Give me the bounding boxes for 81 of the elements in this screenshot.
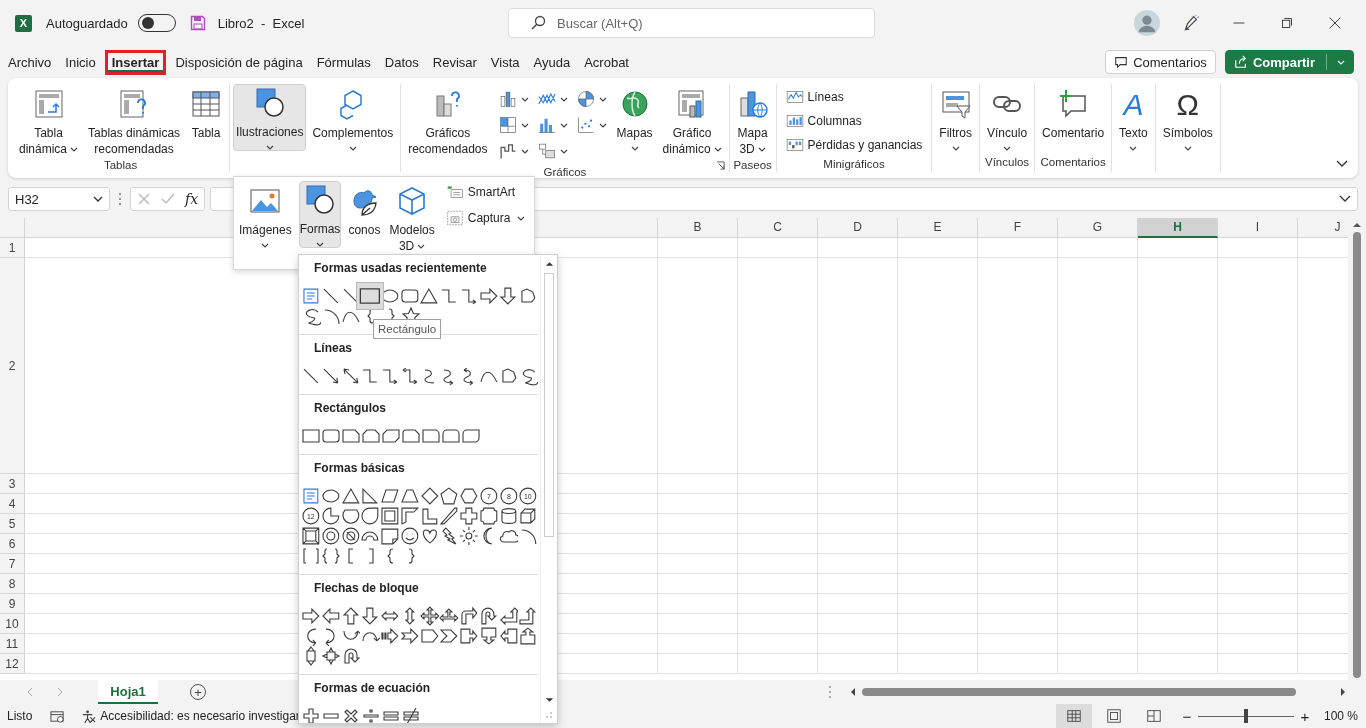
ribbon-button[interactable]: Mapas (612, 84, 657, 153)
omega-icon: Ω (1176, 88, 1199, 125)
section-heading: Flechas de bloque (313, 581, 420, 597)
insert-function-button[interactable]: fx (185, 191, 199, 207)
zoom-in-button[interactable]: + (1297, 707, 1312, 725)
ribbon-tab[interactable]: Datos (379, 49, 424, 75)
sparkline-button[interactable]: Líneas (785, 88, 923, 106)
column-header[interactable]: C (738, 218, 818, 238)
accessibility-status[interactable]: Accesibilidad: es necesario investigar (100, 709, 300, 723)
ribbon-tab[interactable]: Ayuda (528, 49, 576, 75)
menu-button[interactable]: Imágenes (237, 181, 294, 250)
zoom-out-button[interactable]: − (1179, 707, 1194, 725)
ribbon-button[interactable]: Ilustraciones (233, 84, 307, 151)
row-header[interactable]: 6 (0, 534, 25, 554)
zoom-level[interactable]: 100 % (1323, 709, 1358, 723)
menu-button[interactable]: SmartArt (445, 183, 526, 201)
ribbon-button[interactable]: Vínculo (983, 84, 1032, 153)
row-header[interactable]: 8 (0, 574, 25, 594)
section-heading: Formas usadas recientemente (313, 261, 488, 277)
group-label: Comentarios (1040, 156, 1106, 168)
comments-button[interactable]: Comentarios (1105, 50, 1216, 74)
menu-button[interactable]: Captura (445, 209, 526, 227)
name-box[interactable]: H32 (8, 187, 110, 211)
ribbon-button[interactable]: Complementos (308, 84, 398, 153)
column-header[interactable]: H (1138, 218, 1218, 238)
ribbon-button[interactable]: Tablas dinámicas recomendadas (84, 84, 185, 159)
ribbon-button[interactable]: Filtros (935, 84, 977, 153)
share-button[interactable]: Compartir (1224, 50, 1354, 74)
ribbon-button[interactable]: Mapa 3D (732, 84, 773, 159)
group-label: Gráficos (543, 166, 587, 178)
group-label: Tablas (103, 159, 138, 171)
ribbon-button[interactable]: Ω Símbolos (1158, 84, 1217, 153)
ribbon-tab[interactable]: Inicio (60, 49, 101, 75)
tooltip: Rectángulo (373, 319, 442, 339)
sheet-tab[interactable]: Hoja1 (98, 680, 158, 704)
row-header[interactable]: 2 (0, 258, 25, 474)
window-title: Libro2 - Excel (217, 15, 305, 31)
sparkline-button[interactable]: Columnas (785, 112, 923, 130)
autosave-label: Autoguardado (46, 15, 128, 31)
group-label: Minigráficos (823, 158, 885, 170)
menu-button[interactable]: conos (346, 181, 383, 240)
column-header[interactable]: B (658, 218, 738, 238)
row-header[interactable]: 7 (0, 554, 25, 574)
row-header[interactable]: 4 (0, 494, 25, 514)
ribbon-tab[interactable]: Insertar (104, 49, 167, 75)
column-header[interactable]: I (1218, 218, 1298, 238)
row-header[interactable]: 9 (0, 594, 25, 614)
ribbon-tab[interactable]: Vista (485, 49, 525, 75)
row-header[interactable]: 3 (0, 474, 25, 494)
ribbon-tab[interactable]: Archivo (3, 49, 57, 75)
sparkline-button[interactable]: Pérdidas y ganancias (785, 136, 923, 154)
search-field[interactable]: Buscar (Alt+Q) (508, 8, 875, 38)
group-label: Vínculos (985, 156, 1030, 168)
group-label: Paseos (733, 159, 772, 171)
column-header[interactable]: E (898, 218, 978, 238)
excel-logo: X (15, 14, 32, 32)
row-header[interactable]: 5 (0, 514, 25, 534)
ribbon-button[interactable]: A Texto (1115, 84, 1152, 153)
section-heading: Rectángulos (313, 401, 387, 417)
status-text: Listo (7, 709, 33, 723)
menu-button[interactable]: Formas (298, 181, 342, 248)
ribbon-button[interactable]: Tabla (186, 84, 227, 143)
menu-button[interactable]: Modelos 3D (387, 181, 437, 256)
ribbon-button[interactable]: Gráfico dinámico (658, 84, 726, 159)
ribbon-button[interactable]: Comentario (1038, 84, 1109, 143)
row-header[interactable]: 1 (0, 238, 25, 258)
ribbon-button[interactable]: Gráficos recomendados (404, 84, 492, 159)
letter-icon: A (1123, 88, 1144, 125)
row-header[interactable]: 12 (0, 654, 25, 674)
column-header[interactable]: F (978, 218, 1058, 238)
section-heading: Líneas (313, 341, 353, 357)
ribbon-tab[interactable]: Acrobat (579, 49, 634, 75)
ribbon-tab[interactable]: Fórmulas (311, 49, 376, 75)
ribbon-button[interactable]: Tabla dinámica (15, 84, 83, 159)
row-header[interactable]: 11 (0, 634, 25, 654)
section-heading: Formas básicas (313, 461, 406, 477)
row-header[interactable]: 10 (0, 614, 25, 634)
column-header[interactable]: D (818, 218, 898, 238)
section-heading: Formas de ecuación (313, 681, 432, 697)
ribbon-tab[interactable]: Disposición de página (170, 49, 308, 75)
ribbon-tab[interactable]: Revisar (427, 49, 482, 75)
